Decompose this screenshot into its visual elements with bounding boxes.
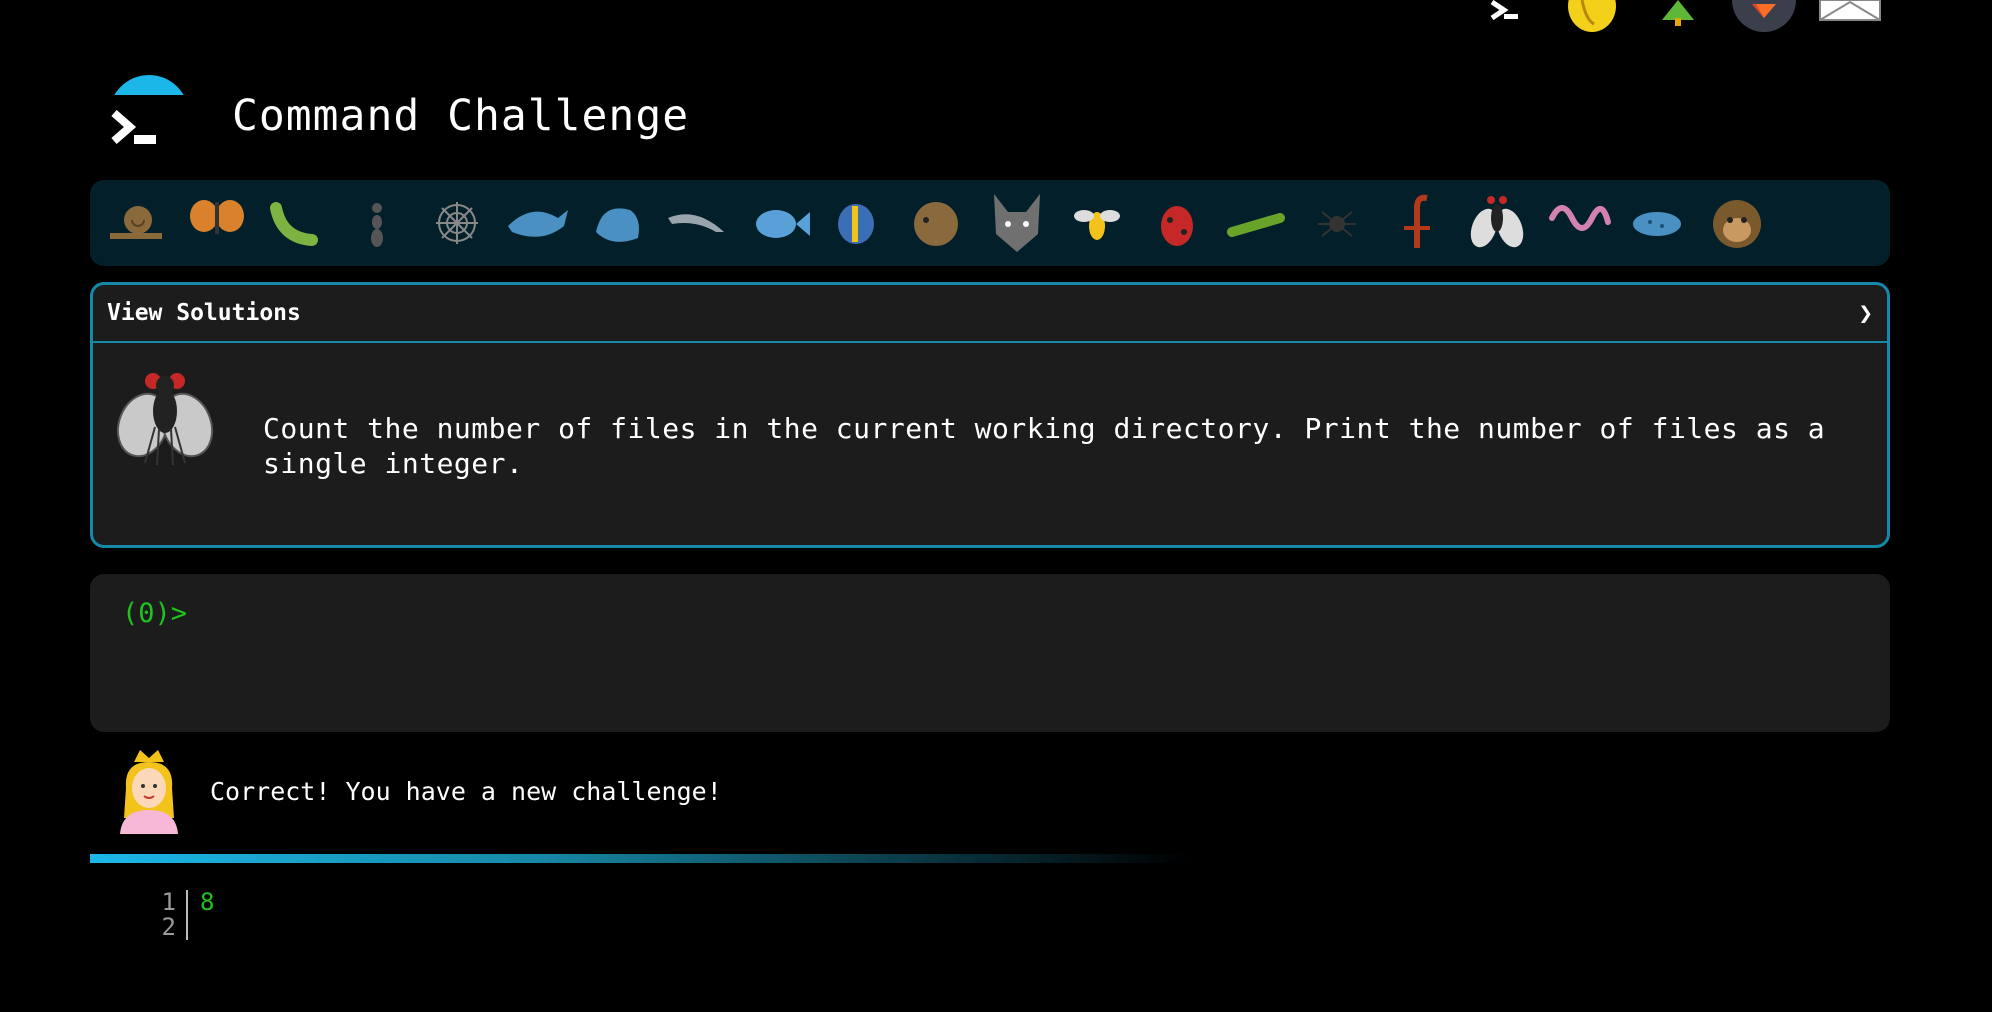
challenge-body: Count the number of files in the current… — [93, 343, 1887, 547]
envelope-icon[interactable] — [1818, 0, 1882, 34]
header: Command Challenge — [104, 56, 689, 176]
challenge-panel: View Solutions ❯ Count the number of fil… — [90, 282, 1890, 548]
monkey-icon[interactable] — [1702, 188, 1772, 258]
animal-progress-strip — [90, 180, 1890, 266]
scorpion-icon[interactable] — [1382, 188, 1452, 258]
fly-icon — [113, 367, 217, 475]
tree-icon[interactable] — [1646, 0, 1710, 34]
waving-hand-icon[interactable] — [1560, 0, 1624, 34]
wolf-icon[interactable] — [982, 188, 1052, 258]
status-message-text: Correct! You have a new challenge! — [210, 776, 722, 806]
challenge-description: Count the number of files in the current… — [263, 412, 1826, 480]
app-title: Command Challenge — [232, 91, 690, 141]
output-value — [188, 915, 200, 940]
terminal-prompt-icon — [111, 109, 156, 145]
status-message: Correct! You have a new challenge! — [114, 748, 722, 834]
dolphin-icon[interactable] — [662, 188, 732, 258]
top-icon-bar — [1474, 0, 1882, 34]
output-value: 8 — [200, 888, 215, 916]
terminal-panel[interactable]: (0)> — [90, 574, 1890, 732]
tropical-fish-icon[interactable] — [822, 188, 892, 258]
chevron-right-icon[interactable]: ❯ — [1859, 299, 1873, 327]
view-solutions-toggle[interactable]: View Solutions ❯ — [93, 285, 1887, 343]
spouting-whale-icon[interactable] — [582, 188, 652, 258]
spider-web-icon[interactable] — [422, 188, 492, 258]
command-output: 182 — [150, 890, 214, 940]
command-input[interactable] — [200, 596, 1864, 634]
terminal-icon[interactable] — [1474, 0, 1538, 34]
spider-icon[interactable] — [1302, 188, 1372, 258]
snail-icon[interactable] — [102, 188, 172, 258]
whale-icon[interactable] — [502, 188, 572, 258]
page: Command Challenge View Solutions ❯ Count — [0, 0, 1992, 1012]
blowfish-icon[interactable] — [902, 188, 972, 258]
microbe-icon[interactable] — [1622, 188, 1692, 258]
worm-icon[interactable] — [1542, 188, 1612, 258]
ant-icon[interactable] — [342, 188, 412, 258]
gitlab-icon[interactable] — [1732, 0, 1796, 34]
output-line: 18 — [150, 890, 214, 915]
bee-icon[interactable] — [1062, 188, 1132, 258]
bug-icon[interactable] — [262, 188, 332, 258]
ladybug-icon[interactable] — [1142, 188, 1212, 258]
line-number: 1 — [150, 890, 188, 915]
cricket-icon[interactable] — [1222, 188, 1292, 258]
fly-icon[interactable] — [1462, 188, 1532, 258]
output-line: 2 — [150, 915, 214, 940]
view-solutions-label: View Solutions — [107, 300, 301, 326]
divider — [90, 854, 1190, 863]
butterfly-icon[interactable] — [182, 188, 252, 258]
terminal-prompt: (0)> — [122, 598, 188, 629]
princess-icon — [120, 750, 178, 834]
fish-icon[interactable] — [742, 188, 812, 258]
logo[interactable] — [104, 71, 194, 161]
line-number: 2 — [150, 915, 188, 940]
